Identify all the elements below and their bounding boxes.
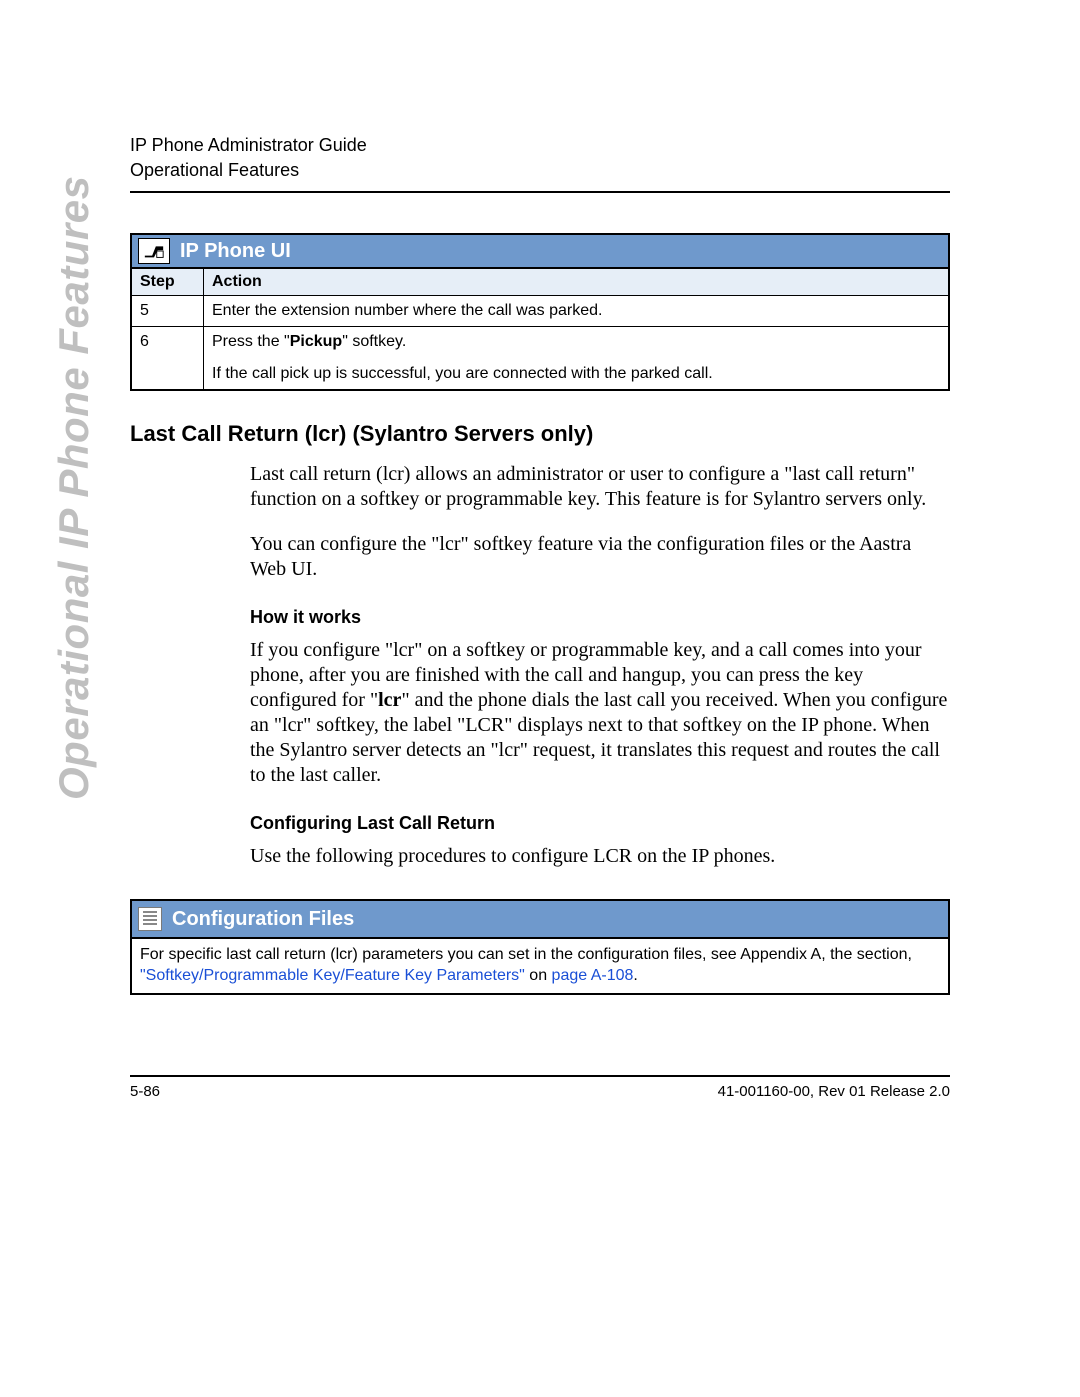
config-body: For specific last call return (lcr) para…	[132, 939, 948, 993]
bold-text: lcr	[378, 689, 401, 711]
header-subtitle: Operational Features	[130, 160, 950, 181]
text: .	[633, 967, 637, 984]
step-number: 6	[132, 327, 204, 390]
configuration-files-box: Configuration Files For specific last ca…	[130, 899, 950, 995]
config-title: Configuration Files	[172, 908, 354, 931]
footer-divider	[130, 1075, 950, 1077]
step-action: Enter the extension number where the cal…	[204, 296, 949, 327]
col-action: Action	[204, 269, 949, 296]
text: Press the "	[212, 333, 290, 350]
footer-doc-info: 41-001160-00, Rev 01 Release 2.0	[718, 1083, 950, 1100]
subheading-configuring: Configuring Last Call Return	[250, 813, 950, 834]
content: IP Phone UI Step Action 5 Enter the exte…	[130, 233, 950, 1100]
page: Operational IP Phone Features IP Phone A…	[0, 0, 1080, 1397]
subheading-how-it-works: How it works	[250, 607, 950, 628]
header-divider	[130, 191, 950, 193]
steps-table: Step Action 5 Enter the extension number…	[132, 269, 948, 389]
paragraph: If you configure "lcr" on a softkey or p…	[250, 638, 950, 788]
col-step: Step	[132, 269, 204, 296]
link-page-a108[interactable]: page A-108	[552, 967, 634, 984]
header-title: IP Phone Administrator Guide	[130, 135, 950, 156]
paragraph: Last call return (lcr) allows an adminis…	[250, 462, 950, 512]
text: If the call pick up is successful, you a…	[212, 365, 713, 382]
text: " softkey.	[342, 333, 406, 350]
table-row: 5 Enter the extension number where the c…	[132, 296, 948, 327]
text: For specific last call return (lcr) para…	[140, 946, 912, 963]
ip-phone-ui-title: IP Phone UI	[180, 240, 291, 263]
ip-phone-ui-title-bar: IP Phone UI	[132, 235, 948, 269]
step-number: 5	[132, 296, 204, 327]
page-footer: 5-86 41-001160-00, Rev 01 Release 2.0	[130, 1083, 950, 1100]
document-icon	[138, 907, 162, 931]
page-header: IP Phone Administrator Guide Operational…	[130, 135, 950, 193]
ip-phone-ui-box: IP Phone UI Step Action 5 Enter the exte…	[130, 233, 950, 391]
step-action: Press the "Pickup" softkey. If the call …	[204, 327, 949, 390]
link-softkey-params[interactable]: "Softkey/Programmable Key/Feature Key Pa…	[140, 967, 525, 984]
footer-page-number: 5-86	[130, 1083, 160, 1100]
config-title-bar: Configuration Files	[132, 901, 948, 939]
table-row: 6 Press the "Pickup" softkey. If the cal…	[132, 327, 948, 390]
side-label: Operational IP Phone Features	[50, 176, 98, 800]
phone-icon	[138, 238, 170, 264]
table-header-row: Step Action	[132, 269, 948, 296]
section-heading: Last Call Return (lcr) (Sylantro Servers…	[130, 421, 950, 447]
text: on	[525, 967, 552, 984]
bold-text: Pickup	[290, 333, 342, 350]
paragraph: You can configure the "lcr" softkey feat…	[250, 532, 950, 582]
text: Last call return (lcr) allows an adminis…	[250, 463, 689, 485]
paragraph: Use the following procedures to configur…	[250, 844, 950, 869]
